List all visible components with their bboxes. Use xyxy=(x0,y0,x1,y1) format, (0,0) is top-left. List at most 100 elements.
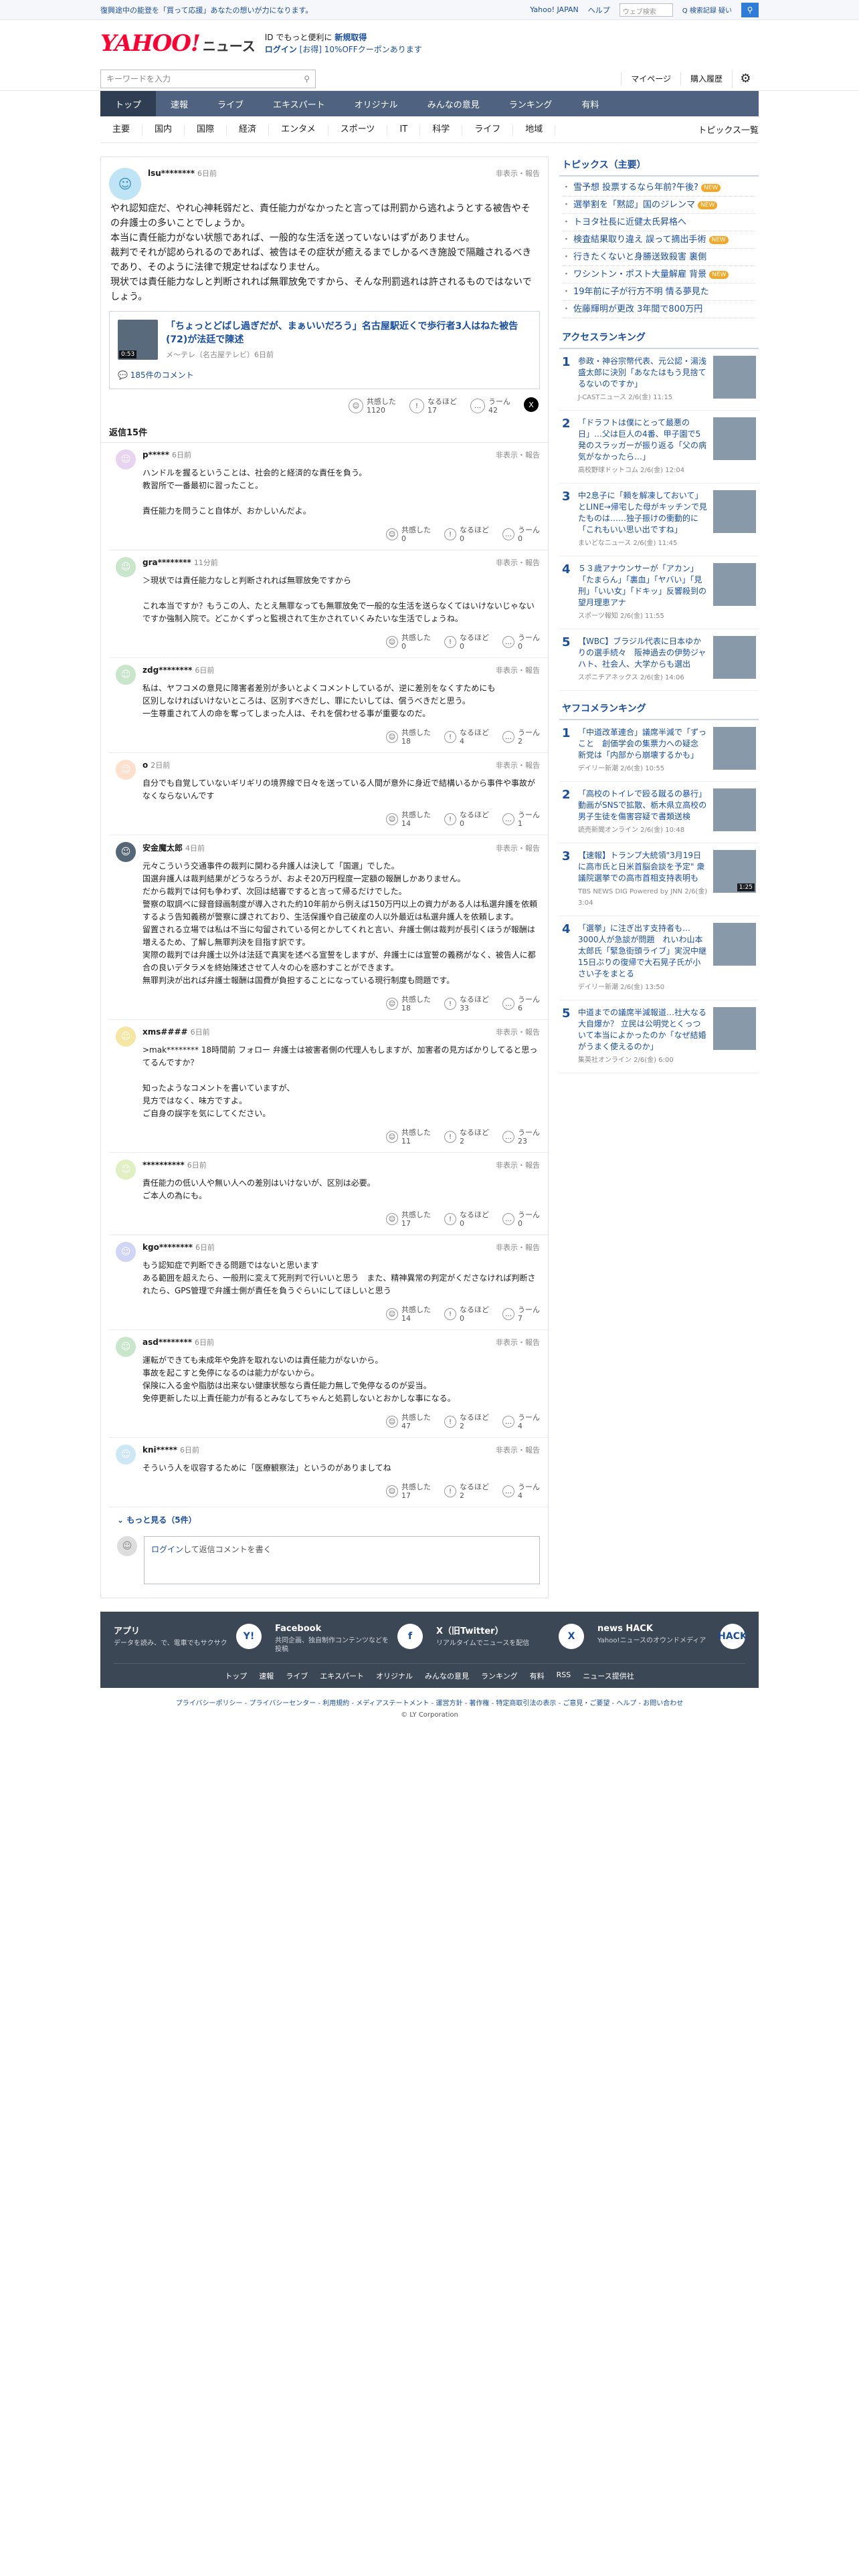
footer-app[interactable]: アプリ データを読み、で、電車でもサクサク Y! xyxy=(114,1624,262,1654)
nav-item[interactable]: 速報 xyxy=(156,91,203,116)
naruhodo-button[interactable]: ! なるほど 0 xyxy=(444,1210,489,1228)
empathy-button[interactable]: ☺ 共感した 17 xyxy=(386,1483,431,1500)
reply-user[interactable]: kni***** xyxy=(142,1445,177,1455)
naruhodo-button[interactable]: ! なるほど 0 xyxy=(444,633,489,651)
uun-button[interactable]: … うーん 7 xyxy=(502,1305,540,1323)
empathy-button[interactable]: ☺ 共感した 0 xyxy=(386,526,431,543)
hide-report-link[interactable]: 非表示・報告 xyxy=(496,168,540,179)
naruhodo-button[interactable]: ! なるほど 2 xyxy=(444,1483,489,1500)
category-item[interactable]: エンタメ xyxy=(269,124,328,135)
hide-report-link[interactable]: 非表示・報告 xyxy=(496,665,540,675)
footer-link[interactable]: ニュース提供社 xyxy=(583,1671,634,1681)
reply-user[interactable]: asd******** xyxy=(142,1337,192,1347)
article-title[interactable]: 「ちょっとどばし過ぎだが、まぁいいだろう」名古屋駅近くで歩行者3人はねた被告(7… xyxy=(166,320,531,346)
topic-item[interactable]: 検査結果取り違え 誤って摘出手術NEW xyxy=(562,231,756,249)
show-more-button[interactable]: ⌄ もっと見る（5件） xyxy=(101,1507,548,1532)
empathy-button[interactable]: ☺ 共感した 14 xyxy=(386,1305,431,1323)
empathy-button[interactable]: ☺ 共感した 18 xyxy=(386,995,431,1012)
web-search-input[interactable]: ウェブ検索 xyxy=(619,3,673,17)
legal-links[interactable]: プライバシーポリシー - プライバシーセンター - 利用規約 - メディアステー… xyxy=(0,1697,859,1707)
hide-report-link[interactable]: 非表示・報告 xyxy=(496,1337,540,1348)
topics-list-link[interactable]: トピックス一覧 xyxy=(698,123,759,136)
gear-icon[interactable]: ⚙ xyxy=(732,69,759,88)
reply-user[interactable]: o xyxy=(142,760,148,770)
topic-item[interactable]: トヨタ社長に近健太氏昇格へ xyxy=(562,214,756,231)
x-share-icon[interactable]: X xyxy=(524,397,539,412)
naruhodo-button[interactable]: ! なるほど 0 xyxy=(444,526,489,543)
login-link[interactable]: ログイン xyxy=(151,1545,183,1554)
nav-item[interactable]: 有料 xyxy=(567,91,613,116)
empathy-button[interactable]: ☺ 共感した 18 xyxy=(386,728,431,746)
uun-button[interactable]: … うーん 2 xyxy=(502,728,540,746)
uun-button[interactable]: … うーん 4 xyxy=(502,1483,540,1500)
topic-item[interactable]: 行きたくないと身勝送致殺害 裏側 xyxy=(562,249,756,266)
empathy-button[interactable]: ☺ 共感した 14 xyxy=(386,811,431,828)
ranking-item[interactable]: 4 「選挙」に注ぎ出す支持者も…3000人が急談が問題 れいわ山本太郎氏「緊急街頭… xyxy=(559,916,759,1000)
ranking-item[interactable]: 5 中道までの議席半減報道…社大なる大自爆か？ 立民は公明党とくっついて本当によか… xyxy=(559,1000,759,1073)
hide-report-link[interactable]: 非表示・報告 xyxy=(496,1160,540,1170)
search-option[interactable]: Q 検索記録 疑い xyxy=(682,5,732,15)
footer-link[interactable]: ライブ xyxy=(286,1671,308,1681)
history-link[interactable]: 購入履歴 xyxy=(680,72,732,86)
category-item[interactable]: スポーツ xyxy=(328,124,388,135)
ranking-item[interactable]: 1 参政・神谷宗幣代表、元公認・湯浅盛太郎に決別「あなたはもう見捨てるないのですか… xyxy=(559,349,759,411)
footer-link[interactable]: RSS xyxy=(557,1671,571,1681)
article-card[interactable]: 0:53 「ちょっとどばし過ぎだが、まぁいいだろう」名古屋駅近くで歩行者3人はね… xyxy=(109,311,540,389)
hide-report-link[interactable]: 非表示・報告 xyxy=(496,1027,540,1037)
category-item[interactable]: 国際 xyxy=(185,124,227,135)
nav-item[interactable]: ランキング xyxy=(494,91,567,116)
mypage-link[interactable]: マイページ xyxy=(621,72,680,86)
empathy-button[interactable]: ☺ 共感した 47 xyxy=(386,1413,431,1430)
naruhodo-button[interactable]: ! なるほど 0 xyxy=(444,1305,489,1323)
empathy-button[interactable]: ☺ 共感した 11 xyxy=(386,1128,431,1146)
ranking-item[interactable]: 1 「中道改革連合」議席半減で「ずっこと 創価学会の集票力への疑念 新党は「内部か… xyxy=(559,720,759,782)
empathy-button[interactable]: ☺ 共感した 17 xyxy=(386,1210,431,1228)
footer-link[interactable]: 速報 xyxy=(259,1671,274,1681)
footer-app[interactable]: X（旧Twitter） リアルタイムでニュースを配信 X xyxy=(436,1624,584,1654)
uun-button[interactable]: … うーん 0 xyxy=(502,633,540,651)
register-link[interactable]: 新規取得 xyxy=(335,33,367,42)
reply-user[interactable]: p***** xyxy=(142,450,169,459)
footer-link[interactable]: ランキング xyxy=(481,1671,518,1681)
category-item[interactable]: IT xyxy=(387,124,421,135)
nav-item[interactable]: エキスパート xyxy=(258,91,340,116)
footer-link[interactable]: 有料 xyxy=(530,1671,545,1681)
comment-user[interactable]: lsu******** xyxy=(148,169,195,178)
hide-report-link[interactable]: 非表示・報告 xyxy=(496,1242,540,1253)
comment-count-link[interactable]: 💬 185件のコメント xyxy=(118,369,531,381)
help-link[interactable]: ヘルプ xyxy=(588,5,610,15)
topic-item[interactable]: 佐藤輝明が更改 3年間で800万円 xyxy=(562,301,756,318)
reply-user[interactable]: ********** xyxy=(142,1160,185,1170)
promo-link[interactable]: 復興途中の能登を「買って応援」あなたの想いが力になります。 xyxy=(100,5,312,15)
reply-user[interactable]: kgo******** xyxy=(142,1243,193,1252)
naruhodo-button[interactable]: ! なるほど 17 xyxy=(409,397,457,415)
naruhodo-button[interactable]: ! なるほど 2 xyxy=(444,1413,489,1430)
hide-report-link[interactable]: 非表示・報告 xyxy=(496,449,540,460)
ranking-item[interactable]: 2 「高校のトイレで殴る蹴るの暴行」動画がSNSで拡散、栃木県立高校の男子生徒を傷… xyxy=(559,782,759,843)
footer-link[interactable]: みんなの意見 xyxy=(425,1671,469,1681)
reply-user[interactable]: 安金魔太郎 xyxy=(142,843,183,853)
category-item[interactable]: 国内 xyxy=(142,124,185,135)
footer-link[interactable]: エキスパート xyxy=(320,1671,364,1681)
footer-app[interactable]: news HACK Yahoo!ニュースのオウンドメディア HACK xyxy=(597,1624,747,1654)
naruhodo-button[interactable]: ! なるほど 2 xyxy=(444,1128,489,1146)
uun-button[interactable]: … うーん 0 xyxy=(502,1210,540,1228)
reply-input[interactable]: ログインして返信コメントを書く xyxy=(144,1536,540,1584)
empathy-button[interactable]: ☺ 共感した 0 xyxy=(386,633,431,651)
empathy-button[interactable]: ☺ 共感した 1120 xyxy=(349,397,396,415)
category-item[interactable]: 主要 xyxy=(100,124,143,135)
ranking-item[interactable]: 2 「ドラフトは僕にとって最悪の日」…父は巨人の4番、甲子園で5発のスラッガーが振… xyxy=(559,411,759,484)
ranking-item[interactable]: 4 ５３歳アナウンサーが「アカン」「たまらん」「裏血」「ヤバい」「見刑」「いい女」… xyxy=(559,556,759,629)
login-link[interactable]: ログイン xyxy=(265,45,297,54)
footer-app[interactable]: Facebook 共同企画、独自制作コンテンツなどを投稿 f xyxy=(275,1624,423,1654)
uun-button[interactable]: … うーん 0 xyxy=(502,526,540,543)
yahoo-news-logo[interactable]: YAHOO! ニュース xyxy=(100,30,256,57)
hide-report-link[interactable]: 非表示・報告 xyxy=(496,557,540,568)
naruhodo-button[interactable]: ! なるほど 4 xyxy=(444,728,489,746)
category-item[interactable]: 科学 xyxy=(420,124,463,135)
hide-report-link[interactable]: 非表示・報告 xyxy=(496,1444,540,1455)
yahoo-japan-link[interactable]: Yahoo! JAPAN xyxy=(530,5,579,14)
footer-link[interactable]: オリジナル xyxy=(376,1671,413,1681)
hide-report-link[interactable]: 非表示・報告 xyxy=(496,760,540,770)
search-button[interactable]: ⚲ xyxy=(741,2,759,17)
